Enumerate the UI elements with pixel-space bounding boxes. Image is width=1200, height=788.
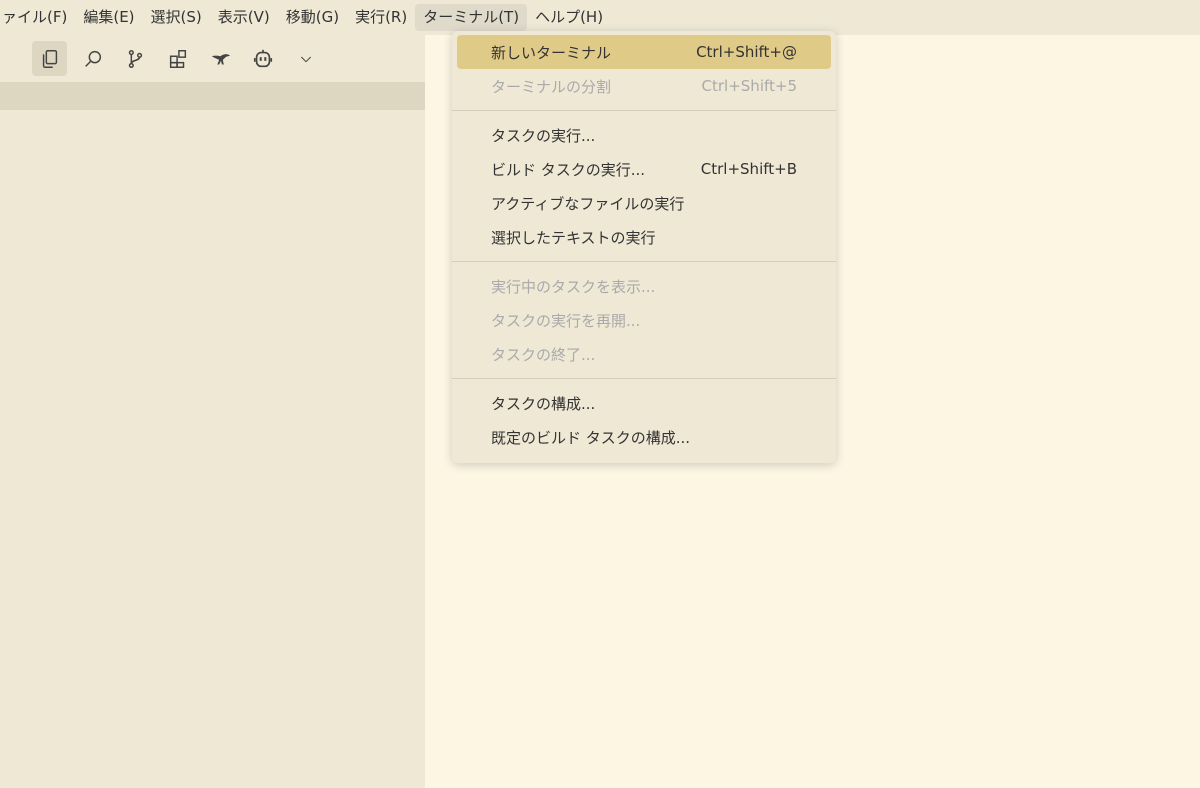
menu-item-run-active-file[interactable]: アクティブなファイルの実行 [457,186,831,220]
extensions-icon [169,49,186,68]
menu-item-label: ビルド タスクの実行... [491,160,646,179]
menu-bar: ァイル(F) 編集(E) 選択(S) 表示(V) 移動(G) 実行(R) ターミ… [0,0,1200,35]
menu-help[interactable]: ヘルプ(H) [527,4,611,31]
menu-item-configure-default-build-task[interactable]: 既定のビルド タスクの構成... [457,420,831,454]
search-button[interactable] [75,41,110,76]
menu-item-label: アクティブなファイルの実行 [491,194,685,213]
menu-item-show-running-tasks: 実行中のタスクを表示... [457,269,831,303]
terminal-menu-dropdown: 新しいターミナル Ctrl+Shift+@ ターミナルの分割 Ctrl+Shif… [452,31,836,463]
menu-item-run-task[interactable]: タスクの実行... [457,118,831,152]
menu-separator [452,110,836,111]
menu-selection[interactable]: 選択(S) [143,4,210,31]
kangaroo-icon [211,53,230,64]
menu-edit[interactable]: 編集(E) [75,4,142,31]
menu-item-label: 実行中のタスクを表示... [491,277,656,296]
menu-item-restart-task: タスクの実行を再開... [457,303,831,337]
menu-item-label: タスクの終了... [491,345,596,364]
copilot-button[interactable] [245,41,280,76]
menu-item-shortcut: Ctrl+Shift+B [700,160,797,178]
activity-bar [0,35,425,82]
kangaroo-button[interactable] [203,41,238,76]
menu-item-run-selected-text[interactable]: 選択したテキストの実行 [457,220,831,254]
menu-item-new-terminal[interactable]: 新しいターミナル Ctrl+Shift+@ [457,35,831,69]
menu-file[interactable]: ァイル(F) [0,4,75,31]
menu-separator [452,378,836,379]
menu-terminal[interactable]: ターミナル(T) [415,4,528,31]
menu-item-configure-tasks[interactable]: タスクの構成... [457,386,831,420]
sidebar [0,35,425,788]
menu-item-shortcut: Ctrl+Shift+5 [701,77,797,95]
robot-icon [253,49,272,67]
menu-item-label: 既定のビルド タスクの構成... [491,428,691,447]
menu-item-label: タスクの実行... [491,126,596,145]
explorer-button[interactable] [32,41,67,76]
source-control-button[interactable] [117,41,152,76]
chevron-down-icon [300,56,311,62]
menu-item-split-terminal: ターミナルの分割 Ctrl+Shift+5 [457,69,831,103]
menu-item-terminate-task: タスクの終了... [457,337,831,371]
menu-item-label: 新しいターミナル [491,43,612,62]
menu-item-label: ターミナルの分割 [491,77,612,96]
source-control-icon [128,49,142,68]
menu-item-label: 選択したテキストの実行 [491,228,656,247]
menu-item-label: タスクの実行を再開... [491,311,641,330]
menu-item-run-build-task[interactable]: ビルド タスクの実行... Ctrl+Shift+B [457,152,831,186]
search-icon [84,50,101,67]
extensions-button[interactable] [160,41,195,76]
explorer-icon [42,49,57,68]
menu-item-label: タスクの構成... [491,394,596,413]
sidebar-section-header[interactable] [0,82,425,110]
menu-run[interactable]: 実行(R) [347,4,415,31]
more-views-button[interactable] [288,41,323,76]
menu-separator [452,261,836,262]
menu-item-shortcut: Ctrl+Shift+@ [696,43,797,61]
menu-go[interactable]: 移動(G) [278,4,347,31]
menu-view[interactable]: 表示(V) [210,4,278,31]
